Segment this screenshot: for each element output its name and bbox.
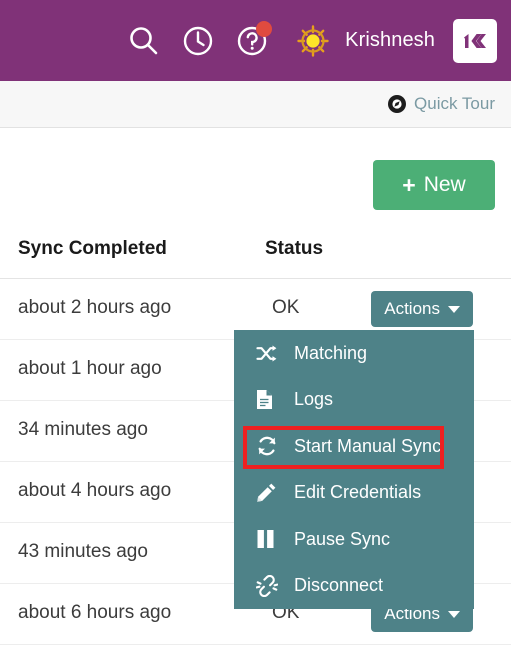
pencil-icon: [256, 481, 282, 505]
menu-item-logs[interactable]: Logs: [234, 377, 474, 424]
top-header-bar: Krishnesh: [0, 0, 511, 81]
cell-status: OK: [272, 297, 300, 318]
app-root: Krishnesh Quick Tour + New Sync Complete…: [0, 0, 511, 651]
document-icon: [256, 388, 282, 412]
broken-link-icon: [256, 574, 282, 598]
cell-sync-completed: about 6 hours ago: [18, 602, 172, 623]
actions-button[interactable]: Actions: [371, 291, 473, 327]
cell-sync-completed: 34 minutes ago: [18, 419, 148, 440]
chevron-down-icon: [448, 610, 460, 618]
sun-icon[interactable]: [291, 19, 335, 63]
help-question-icon[interactable]: [225, 14, 279, 68]
table-header: Sync Completed Status: [0, 222, 511, 279]
column-header-sync-completed: Sync Completed: [18, 238, 167, 259]
menu-item-label: Edit Credentials: [294, 482, 422, 503]
quick-tour-bar: Quick Tour: [0, 81, 511, 128]
cell-sync-completed: 43 minutes ago: [18, 541, 148, 562]
menu-item-label: Logs: [294, 389, 334, 410]
brand-logo[interactable]: [453, 18, 497, 63]
menu-item-matching[interactable]: Matching: [234, 330, 474, 377]
actions-dropdown-menu: Matching Logs Start Manual Sync Edit Cre…: [234, 330, 474, 609]
menu-item-edit-credentials[interactable]: Edit Credentials: [234, 470, 474, 517]
quick-tour-label: Quick Tour: [414, 94, 495, 113]
pause-icon: [256, 527, 282, 551]
cell-sync-completed: about 1 hour ago: [18, 358, 162, 379]
menu-item-disconnect[interactable]: Disconnect: [234, 563, 474, 610]
menu-item-label: Start Manual Sync: [294, 435, 442, 456]
column-header-status: Status: [265, 238, 324, 259]
menu-item-label: Pause Sync: [294, 528, 391, 549]
chevron-down-icon: [448, 305, 460, 313]
shuffle-icon: [256, 341, 282, 365]
logo-glyph: [464, 33, 486, 48]
new-button[interactable]: + New: [373, 160, 495, 210]
notification-badge-dot: [256, 20, 273, 37]
cell-sync-completed: about 4 hours ago: [18, 480, 172, 501]
menu-item-pause-sync[interactable]: Pause Sync: [234, 516, 474, 563]
cell-sync-completed: about 2 hours ago: [18, 297, 172, 318]
search-icon[interactable]: [117, 14, 171, 68]
refresh-sync-icon: [256, 434, 282, 458]
compass-icon: [387, 94, 407, 114]
menu-item-label: Disconnect: [294, 575, 384, 596]
username-label: Krishnesh: [345, 29, 435, 51]
quick-tour-link[interactable]: Quick Tour: [387, 94, 495, 114]
menu-item-start-manual-sync[interactable]: Start Manual Sync: [234, 423, 474, 470]
menu-item-label: Matching: [294, 342, 368, 363]
plus-icon: +: [402, 171, 416, 198]
actions-button-label: Actions: [384, 299, 440, 318]
history-clock-icon[interactable]: [171, 14, 225, 68]
new-button-label: New: [423, 173, 466, 196]
